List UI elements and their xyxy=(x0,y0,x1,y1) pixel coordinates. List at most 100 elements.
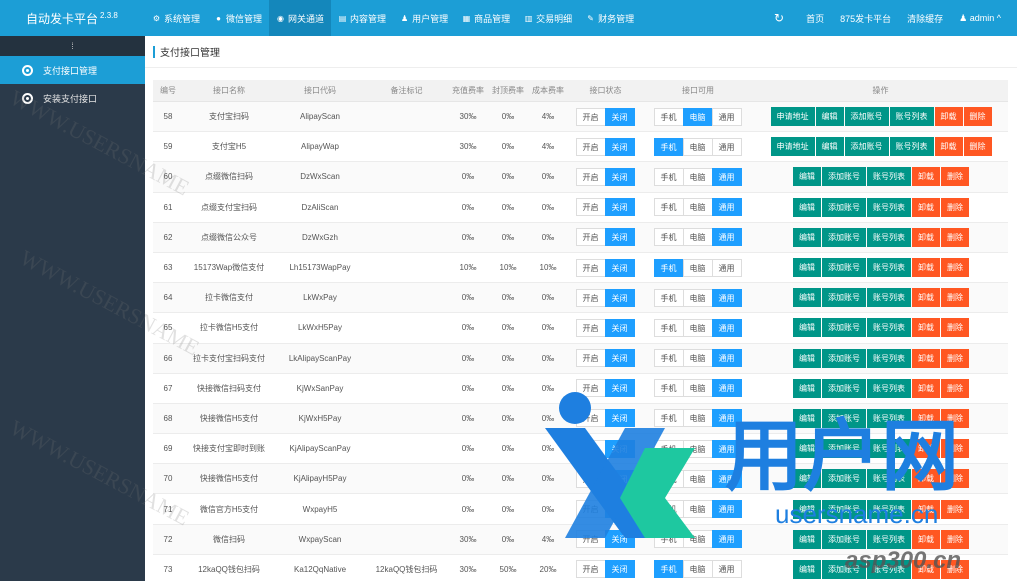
account-list-button[interactable]: 账号列表 xyxy=(867,348,911,368)
account-list-button[interactable]: 账号列表 xyxy=(867,378,911,398)
account-list-button[interactable]: 账号列表 xyxy=(867,258,911,278)
delete-button[interactable]: 删除 xyxy=(941,469,969,489)
avail-all-button[interactable]: 通用 xyxy=(711,530,742,549)
status-off-button[interactable]: 关闭 xyxy=(604,530,635,549)
delete-button[interactable]: 删除 xyxy=(941,439,969,459)
avail-pc-button[interactable]: 电脑 xyxy=(682,228,713,247)
delete-button[interactable]: 删除 xyxy=(941,197,969,217)
avail-mobile-button[interactable]: 手机 xyxy=(653,560,684,579)
uninstall-button[interactable]: 卸载 xyxy=(912,439,940,459)
delete-button[interactable]: 删除 xyxy=(941,559,969,579)
delete-button[interactable]: 删除 xyxy=(941,529,969,549)
uninstall-button[interactable]: 卸载 xyxy=(934,107,963,127)
status-on-button[interactable]: 开启 xyxy=(575,137,606,156)
status-on-button[interactable]: 开启 xyxy=(575,469,606,488)
uninstall-button[interactable]: 卸载 xyxy=(912,258,940,278)
refresh-icon[interactable]: ↻ xyxy=(760,11,798,25)
add-account-button[interactable]: 添加账号 xyxy=(844,107,889,127)
topnav-item-users[interactable]: ♟ 用户管理 xyxy=(393,0,455,36)
avail-pc-button[interactable]: 电脑 xyxy=(682,469,713,488)
add-account-button[interactable]: 添加账号 xyxy=(822,258,866,278)
avail-mobile-button[interactable]: 手机 xyxy=(653,530,684,549)
status-off-button[interactable]: 关闭 xyxy=(604,288,635,307)
edit-button[interactable]: 编辑 xyxy=(793,559,821,579)
uninstall-button[interactable]: 卸载 xyxy=(934,137,963,157)
status-off-button[interactable]: 关闭 xyxy=(604,560,635,579)
user-menu[interactable]: ♟ admin ^ xyxy=(951,13,1009,24)
edit-button[interactable]: 编辑 xyxy=(793,227,821,247)
uninstall-button[interactable]: 卸载 xyxy=(912,197,940,217)
add-account-button[interactable]: 添加账号 xyxy=(822,378,866,398)
avail-pc-button[interactable]: 电脑 xyxy=(682,439,713,458)
add-account-button[interactable]: 添加账号 xyxy=(822,559,866,579)
account-list-button[interactable]: 账号列表 xyxy=(867,439,911,459)
edit-button[interactable]: 编辑 xyxy=(815,107,844,127)
avail-pc-button[interactable]: 电脑 xyxy=(682,500,713,519)
status-on-button[interactable]: 开启 xyxy=(575,560,606,579)
avail-pc-button[interactable]: 电脑 xyxy=(682,107,713,126)
avail-mobile-button[interactable]: 手机 xyxy=(653,439,684,458)
add-account-button[interactable]: 添加账号 xyxy=(844,137,889,157)
account-list-button[interactable]: 账号列表 xyxy=(867,499,911,519)
add-account-button[interactable]: 添加账号 xyxy=(822,167,866,187)
avail-all-button[interactable]: 通用 xyxy=(711,469,742,488)
avail-all-button[interactable]: 通用 xyxy=(711,379,742,398)
avail-pc-button[interactable]: 电脑 xyxy=(682,198,713,217)
add-account-button[interactable]: 添加账号 xyxy=(822,348,866,368)
account-list-button[interactable]: 账号列表 xyxy=(867,469,911,489)
status-on-button[interactable]: 开启 xyxy=(575,409,606,428)
platform-link[interactable]: 875发卡平台 xyxy=(832,12,899,25)
edit-button[interactable]: 编辑 xyxy=(793,258,821,278)
avail-pc-button[interactable]: 电脑 xyxy=(682,137,713,156)
avail-mobile-button[interactable]: 手机 xyxy=(653,137,684,156)
avail-all-button[interactable]: 通用 xyxy=(711,198,742,217)
status-off-button[interactable]: 关闭 xyxy=(604,137,635,156)
edit-button[interactable]: 编辑 xyxy=(793,318,821,338)
uninstall-button[interactable]: 卸载 xyxy=(912,529,940,549)
avail-all-button[interactable]: 通用 xyxy=(711,560,742,579)
account-list-button[interactable]: 账号列表 xyxy=(867,318,911,338)
account-list-button[interactable]: 账号列表 xyxy=(867,167,911,187)
status-on-button[interactable]: 开启 xyxy=(575,198,606,217)
status-off-button[interactable]: 关闭 xyxy=(604,379,635,398)
avail-all-button[interactable]: 通用 xyxy=(711,349,742,368)
status-on-button[interactable]: 开启 xyxy=(575,500,606,519)
avail-all-button[interactable]: 通用 xyxy=(711,439,742,458)
status-on-button[interactable]: 开启 xyxy=(575,258,606,277)
edit-button[interactable]: 编辑 xyxy=(793,348,821,368)
status-off-button[interactable]: 关闭 xyxy=(604,439,635,458)
status-on-button[interactable]: 开启 xyxy=(575,349,606,368)
avail-all-button[interactable]: 通用 xyxy=(711,228,742,247)
delete-button[interactable]: 删除 xyxy=(941,408,969,428)
avail-mobile-button[interactable]: 手机 xyxy=(653,107,684,126)
avail-all-button[interactable]: 通用 xyxy=(711,167,742,186)
status-on-button[interactable]: 开启 xyxy=(575,318,606,337)
status-off-button[interactable]: 关闭 xyxy=(604,228,635,247)
delete-button[interactable]: 删除 xyxy=(963,107,992,127)
edit-button[interactable]: 编辑 xyxy=(793,408,821,428)
delete-button[interactable]: 删除 xyxy=(941,167,969,187)
edit-button[interactable]: 编辑 xyxy=(793,439,821,459)
avail-all-button[interactable]: 通用 xyxy=(711,258,742,277)
avail-mobile-button[interactable]: 手机 xyxy=(653,258,684,277)
avail-pc-button[interactable]: 电脑 xyxy=(682,379,713,398)
avail-all-button[interactable]: 通用 xyxy=(711,137,742,156)
topnav-item-wechat[interactable]: ● 微信管理 xyxy=(207,0,269,36)
uninstall-button[interactable]: 卸载 xyxy=(912,499,940,519)
topnav-item-gateway[interactable]: ◉ 网关通道 xyxy=(269,0,332,36)
status-on-button[interactable]: 开启 xyxy=(575,288,606,307)
status-on-button[interactable]: 开启 xyxy=(575,530,606,549)
account-list-button[interactable]: 账号列表 xyxy=(867,288,911,308)
delete-button[interactable]: 删除 xyxy=(941,258,969,278)
add-account-button[interactable]: 添加账号 xyxy=(822,227,866,247)
add-account-button[interactable]: 添加账号 xyxy=(822,439,866,459)
uninstall-button[interactable]: 卸载 xyxy=(912,348,940,368)
sidebar-item-payment-interface[interactable]: 支付接口管理 xyxy=(0,56,145,84)
uninstall-button[interactable]: 卸载 xyxy=(912,167,940,187)
delete-button[interactable]: 删除 xyxy=(941,499,969,519)
edit-button[interactable]: 编辑 xyxy=(793,469,821,489)
edit-button[interactable]: 编辑 xyxy=(793,197,821,217)
avail-mobile-button[interactable]: 手机 xyxy=(653,469,684,488)
avail-mobile-button[interactable]: 手机 xyxy=(653,318,684,337)
avail-mobile-button[interactable]: 手机 xyxy=(653,198,684,217)
